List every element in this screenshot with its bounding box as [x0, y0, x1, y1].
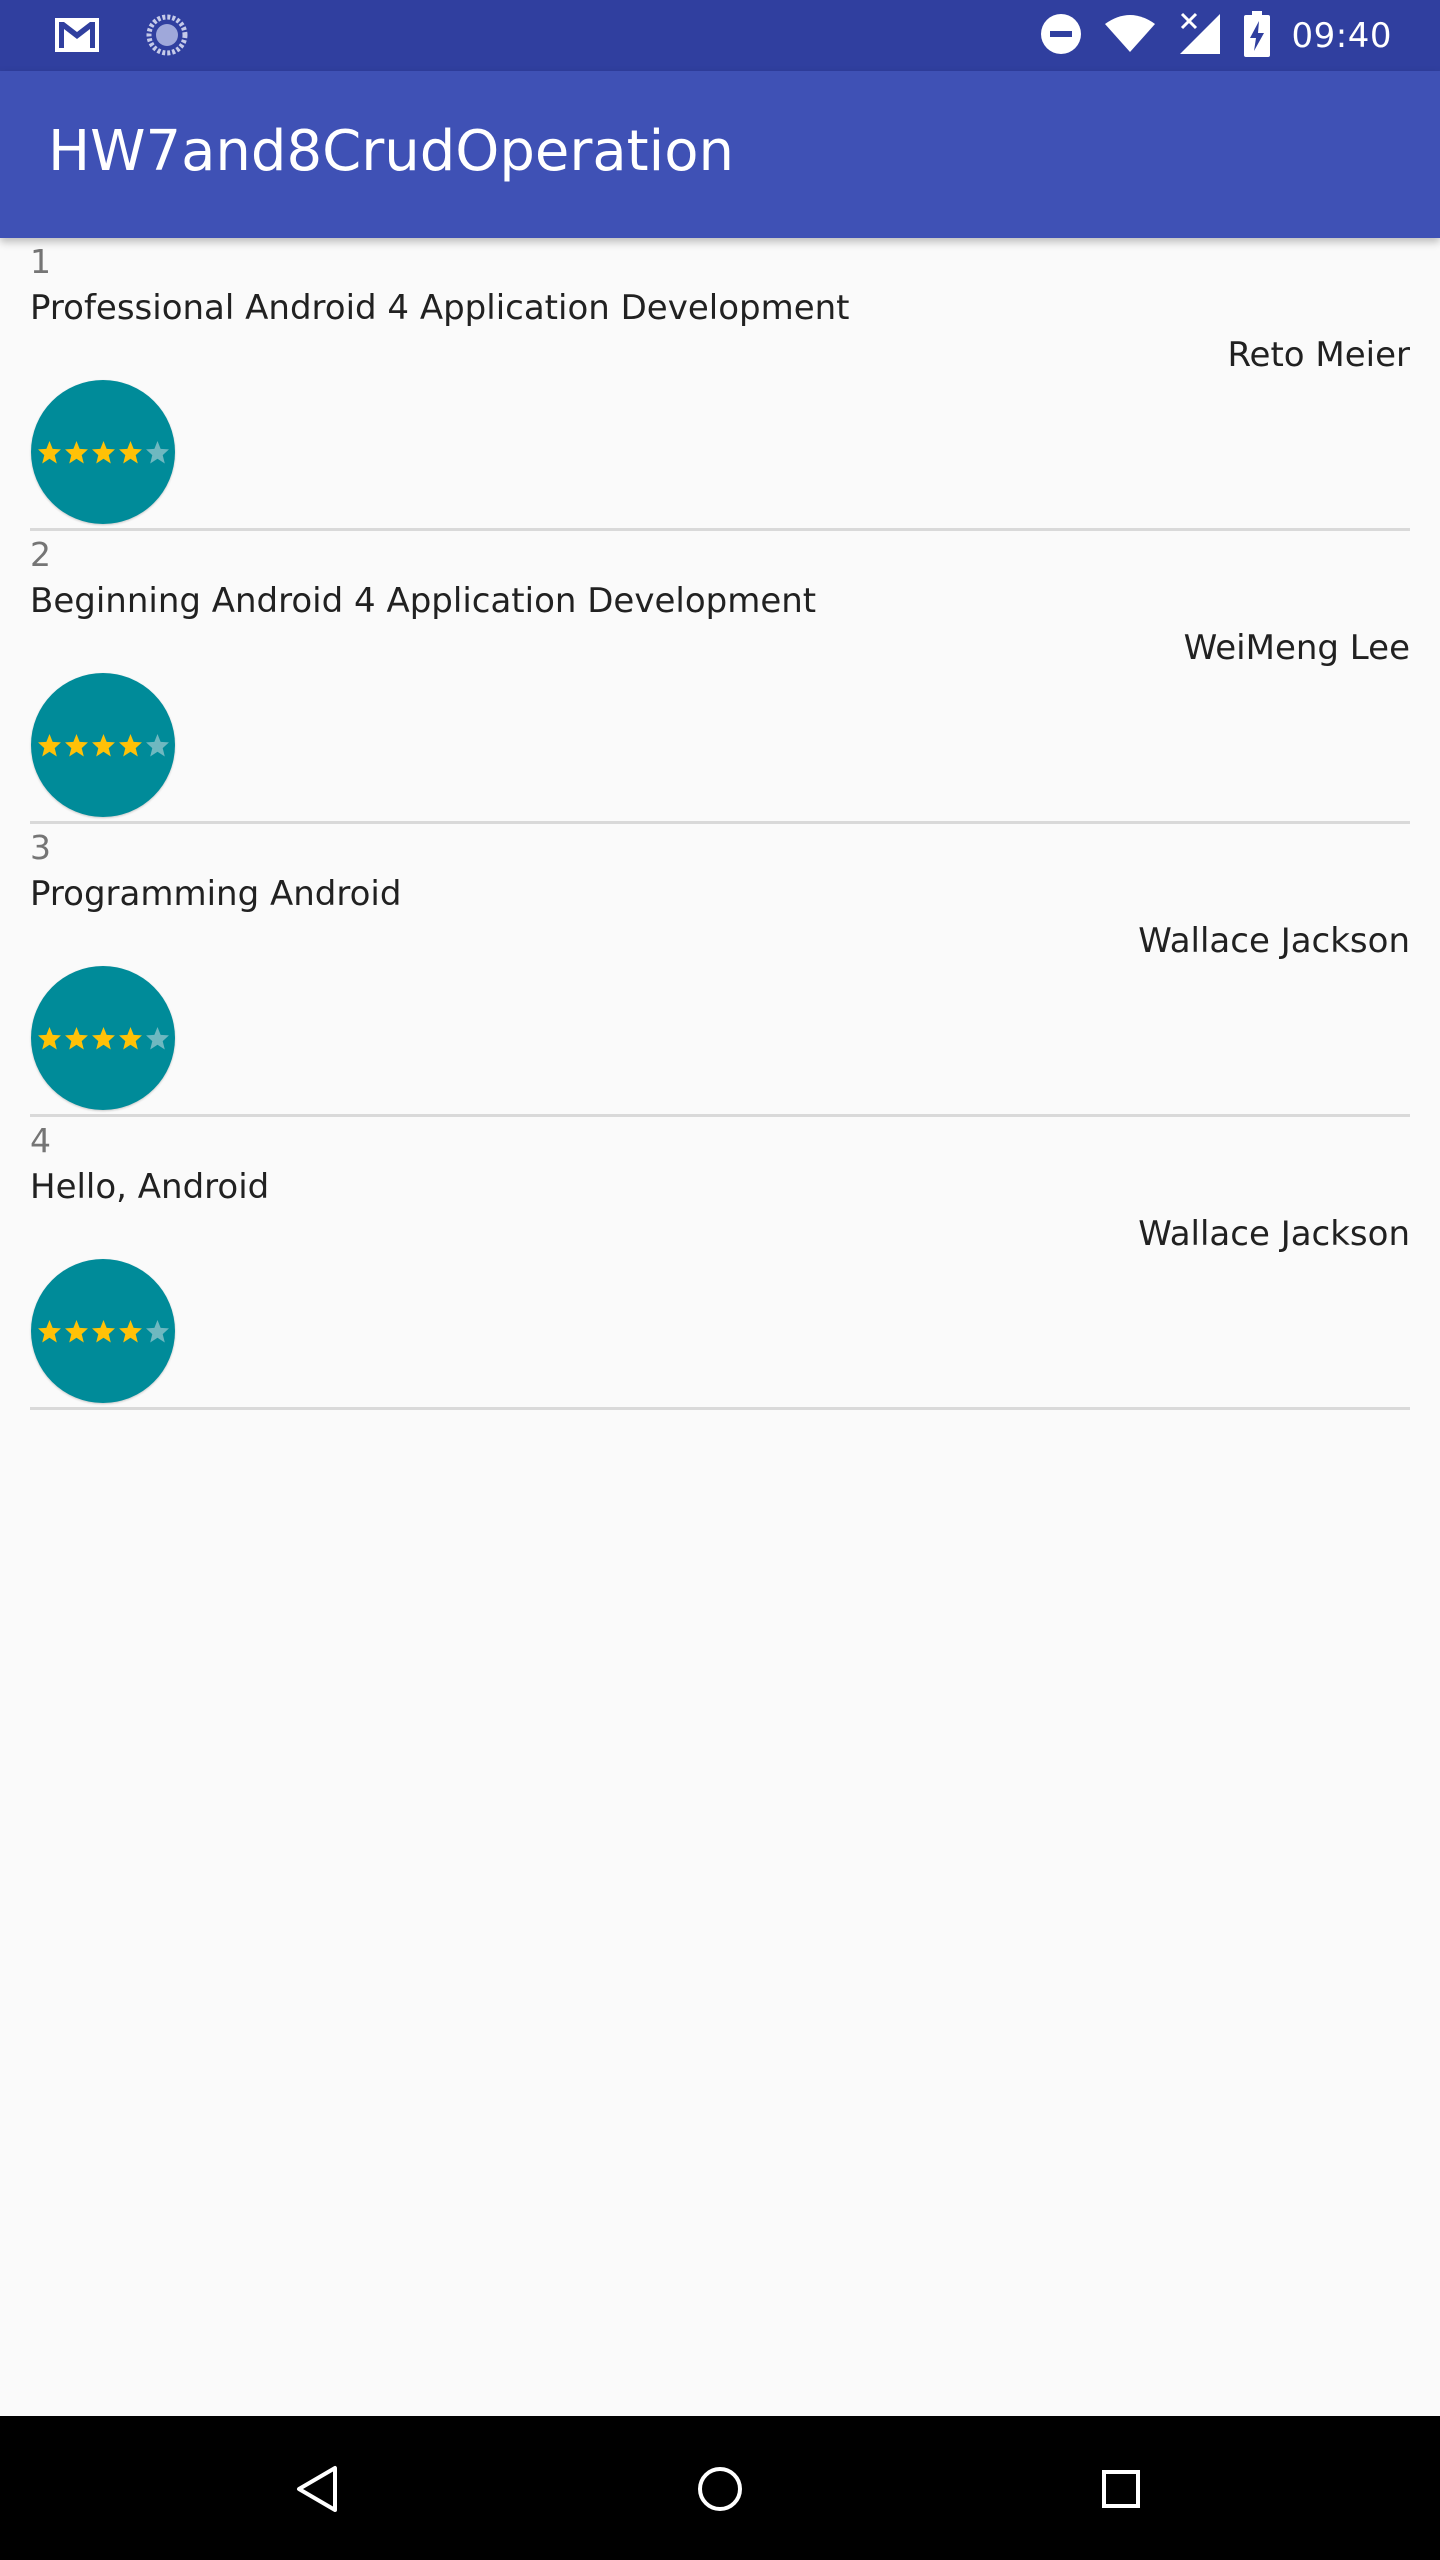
star-filled-icon [64, 440, 88, 463]
book-id: 2 [30, 535, 51, 574]
star-filled-icon [91, 440, 115, 463]
star-filled-icon [37, 1319, 61, 1342]
rating-badge [31, 380, 175, 524]
star-filled-icon [91, 1026, 115, 1049]
star-empty-icon [145, 1319, 169, 1342]
book-author: Reto Meier [1227, 335, 1410, 375]
rating-stars [37, 1026, 170, 1051]
star-empty-icon [145, 733, 169, 756]
wifi-icon [1104, 14, 1156, 58]
star-filled-icon [118, 440, 142, 463]
star-empty-icon [145, 440, 169, 463]
book-author: Wallace Jackson [1138, 921, 1410, 961]
star-filled-icon [91, 733, 115, 756]
book-title: Programming Android [30, 874, 402, 914]
star-filled-icon [118, 1319, 142, 1342]
back-icon[interactable] [282, 2454, 352, 2524]
star-filled-icon [64, 733, 88, 756]
sync-icon [146, 14, 188, 60]
list-item[interactable]: 1 Professional Android 4 Application Dev… [30, 238, 1410, 531]
book-id: 1 [30, 242, 51, 281]
rating-stars [37, 733, 170, 758]
rating-stars [37, 1319, 170, 1344]
list-item[interactable]: 2 Beginning Android 4 Application Develo… [30, 531, 1410, 824]
star-filled-icon [91, 1319, 115, 1342]
list-item[interactable]: 3 Programming Android Wallace Jackson [30, 824, 1410, 1117]
rating-badge [31, 1259, 175, 1403]
app-bar: HW7and8CrudOperation [0, 71, 1440, 238]
star-filled-icon [64, 1026, 88, 1049]
book-title: Professional Android 4 Application Devel… [30, 288, 850, 328]
gmail-icon [54, 17, 100, 57]
rating-stars [37, 440, 170, 465]
star-filled-icon [64, 1319, 88, 1342]
list-item[interactable]: 4 Hello, Android Wallace Jackson [30, 1117, 1410, 1410]
star-filled-icon [37, 1026, 61, 1049]
recents-icon[interactable] [1086, 2454, 1156, 2524]
book-title: Beginning Android 4 Application Developm… [30, 581, 817, 621]
book-author: Wallace Jackson [1138, 1214, 1410, 1254]
clock: 09:40 [1291, 16, 1392, 56]
book-author: WeiMeng Lee [1183, 628, 1410, 668]
star-empty-icon [145, 1026, 169, 1049]
book-title: Hello, Android [30, 1167, 270, 1207]
status-bar: 09:40 [0, 0, 1440, 71]
star-filled-icon [118, 733, 142, 756]
rating-badge [31, 966, 175, 1110]
app-title: HW7and8CrudOperation [48, 119, 734, 184]
navigation-bar [0, 2416, 1440, 2560]
rating-badge [31, 673, 175, 817]
no-signal-icon [1178, 12, 1222, 60]
book-id: 3 [30, 828, 51, 867]
do-not-disturb-icon [1040, 13, 1082, 59]
star-filled-icon [118, 1026, 142, 1049]
star-filled-icon [37, 440, 61, 463]
book-list[interactable]: 1 Professional Android 4 Application Dev… [0, 238, 1440, 1410]
home-icon[interactable] [685, 2454, 755, 2524]
battery-charging-icon [1243, 11, 1270, 61]
book-id: 4 [30, 1121, 51, 1160]
star-filled-icon [37, 733, 61, 756]
